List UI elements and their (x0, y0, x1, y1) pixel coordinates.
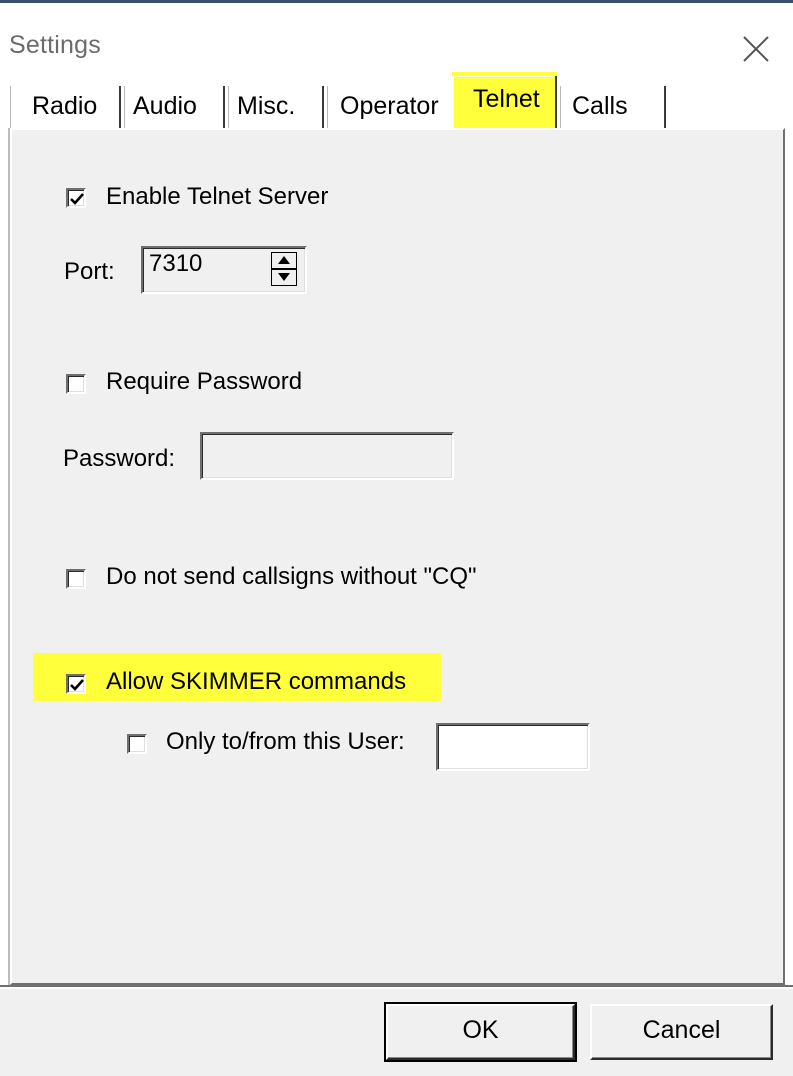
tab-divider (119, 86, 121, 128)
port-value: 7310 (149, 250, 203, 277)
enable-telnet-checkbox[interactable] (66, 188, 86, 208)
tab-label: Audio (133, 92, 197, 120)
tab-label: Telnet (473, 85, 540, 113)
tab-misc[interactable]: Misc. (227, 84, 324, 128)
telnet-settings-panel (10, 128, 785, 985)
tab-label: Misc. (237, 92, 296, 120)
tab-divider (223, 86, 225, 128)
enable-telnet-label: Enable Telnet Server (106, 183, 329, 210)
settings-dialog: Settings Radio Audio Misc. Operator Teln… (0, 0, 793, 1076)
tab-calls[interactable]: Calls (560, 84, 666, 128)
password-label: Password: (63, 445, 176, 472)
tab-divider (327, 86, 328, 128)
require-password-label: Require Password (106, 368, 303, 395)
only-user-label: Only to/from this User: (166, 728, 405, 755)
port-spinner[interactable] (271, 252, 297, 286)
tab-divider (228, 86, 229, 128)
checkmark-icon (70, 193, 84, 205)
close-icon (743, 36, 769, 62)
tab-label: Calls (572, 92, 628, 120)
tab-divider (124, 86, 125, 128)
only-user-checkbox[interactable] (127, 734, 147, 754)
no-callsigns-label: Do not send callsigns without "CQ" (106, 563, 477, 590)
cancel-button[interactable]: Cancel (590, 1004, 773, 1060)
tab-label: Radio (32, 92, 98, 120)
ok-label: OK (462, 1016, 499, 1044)
tab-telnet[interactable]: Telnet (455, 76, 553, 126)
ok-button[interactable]: OK (386, 1004, 575, 1060)
spin-updown-icon (271, 252, 297, 286)
tab-radio[interactable]: Radio (10, 84, 121, 128)
cancel-label: Cancel (642, 1016, 721, 1044)
checkmark-icon (70, 679, 84, 691)
password-input[interactable] (200, 432, 454, 480)
no-callsigns-checkbox[interactable] (66, 569, 86, 589)
port-label: Port: (64, 258, 115, 285)
tab-operator[interactable]: Operator (326, 84, 450, 128)
close-button[interactable] (740, 33, 772, 65)
window-title: Settings (9, 31, 101, 59)
tab-divider (560, 86, 561, 128)
title-bar: Settings (0, 3, 793, 81)
allow-skimmer-label: Allow SKIMMER commands (106, 668, 407, 695)
require-password-checkbox[interactable] (66, 374, 86, 394)
tab-divider (664, 86, 666, 128)
tab-divider (322, 86, 324, 128)
tab-audio[interactable]: Audio (123, 84, 225, 128)
tab-label: Operator (340, 92, 439, 120)
user-input[interactable] (436, 723, 590, 771)
tab-divider (10, 86, 11, 128)
allow-skimmer-checkbox[interactable] (66, 674, 86, 694)
